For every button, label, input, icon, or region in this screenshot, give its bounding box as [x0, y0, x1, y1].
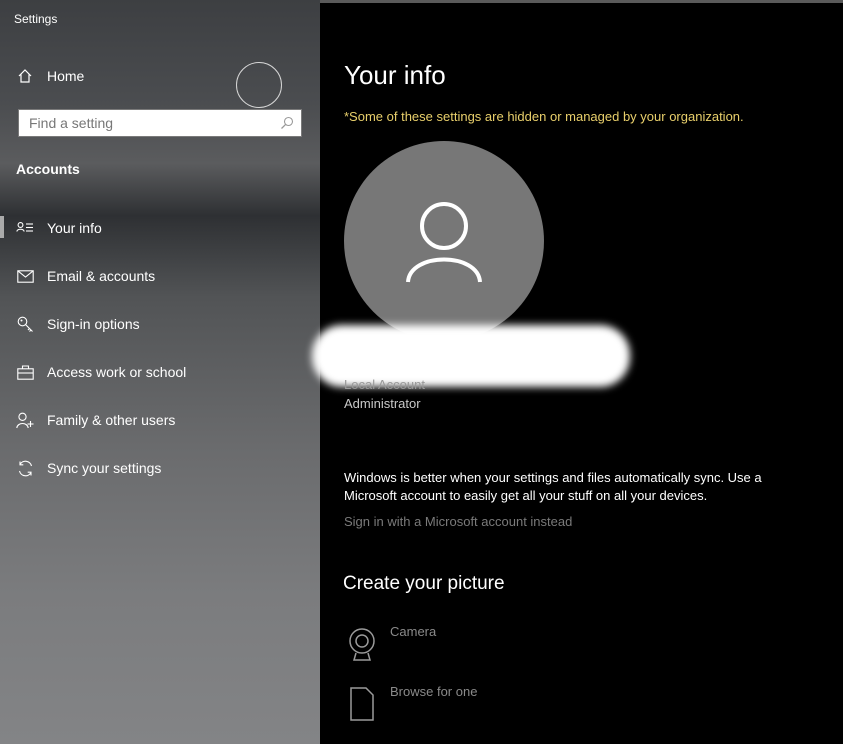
microsoft-signin-link[interactable]: Sign in with a Microsoft account instead — [344, 514, 572, 529]
briefcase-icon — [16, 363, 34, 381]
camera-label: Camera — [390, 624, 437, 639]
search-box[interactable] — [18, 109, 302, 137]
sidebar-item-your-info[interactable]: Your info — [0, 213, 320, 243]
main-content: Your info *Some of these settings are hi… — [312, 3, 843, 744]
sidebar-item-label: Your info — [47, 220, 102, 236]
sync-message: Windows is better when your settings and… — [344, 470, 762, 503]
managed-notice: *Some of these settings are hidden or ma… — [344, 109, 744, 124]
sidebar-item-email-accounts[interactable]: Email & accounts — [0, 261, 320, 291]
home-icon — [16, 67, 34, 85]
browse-file-icon — [344, 686, 380, 722]
sidebar-item-label: Family & other users — [47, 412, 176, 428]
key-icon — [16, 315, 34, 333]
browse-option[interactable]: Browse for one — [344, 684, 478, 722]
sidebar-item-sign-in-options[interactable]: Sign-in options — [0, 309, 320, 339]
camera-icon — [344, 626, 380, 662]
sidebar-item-label: Email & accounts — [47, 268, 156, 284]
mouse-cursor-ring — [236, 62, 282, 108]
person-card-icon — [16, 219, 34, 237]
account-type: Local Account — [344, 377, 425, 392]
sidebar-item-label: Sign-in options — [47, 316, 140, 332]
person-add-icon — [16, 411, 34, 429]
search-icon[interactable] — [280, 116, 294, 135]
browse-label: Browse for one — [390, 684, 478, 699]
sidebar-item-family-other-users[interactable]: Family & other users — [0, 405, 320, 435]
sidebar: Settings Home Accounts Your info Email &… — [0, 0, 320, 744]
person-icon — [406, 202, 482, 283]
account-role: Administrator — [344, 396, 421, 411]
sidebar-item-label: Access work or school — [47, 364, 187, 380]
sidebar-item-access-work-school[interactable]: Access work or school — [0, 357, 320, 387]
camera-option[interactable]: Camera — [344, 624, 437, 662]
section-heading-accounts: Accounts — [16, 161, 80, 177]
sync-icon — [16, 459, 34, 477]
sidebar-item-sync-settings[interactable]: Sync your settings — [0, 453, 320, 483]
app-title: Settings — [14, 12, 58, 26]
avatar[interactable] — [344, 141, 544, 341]
mail-icon — [16, 267, 34, 285]
search-input[interactable] — [27, 114, 271, 132]
sidebar-item-label: Sync your settings — [47, 460, 162, 476]
home-label: Home — [47, 68, 85, 84]
page-title: Your info — [344, 60, 446, 90]
create-picture-heading: Create your picture — [343, 573, 505, 594]
